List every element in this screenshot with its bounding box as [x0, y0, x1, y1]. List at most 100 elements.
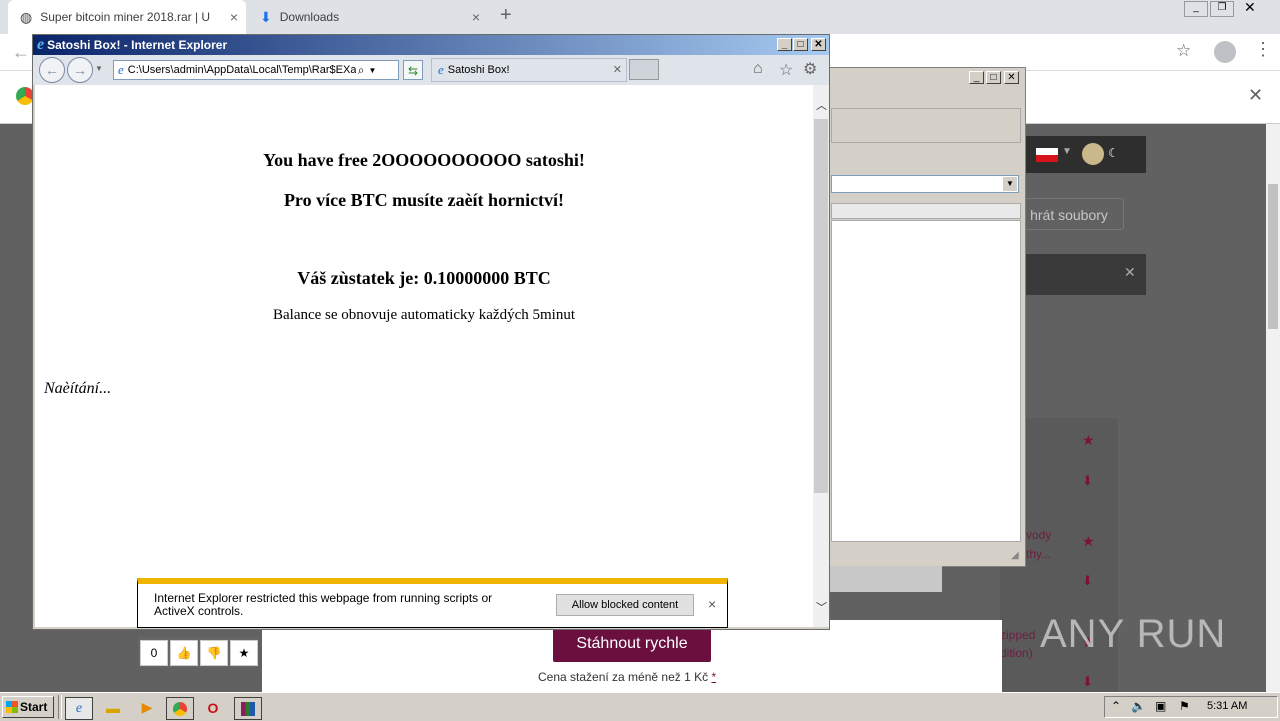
scrollbar-thumb[interactable]: [814, 119, 828, 493]
thumbs-up-icon[interactable]: 👍: [170, 640, 198, 666]
page-scrollbar[interactable]: [1266, 124, 1280, 692]
balance-refresh-note: Balance se obnovuje automaticky každých …: [273, 307, 575, 323]
close-icon[interactable]: ✕: [613, 63, 622, 76]
avatar[interactable]: [1214, 41, 1236, 63]
minimize-icon[interactable]: _: [1184, 1, 1208, 17]
chevron-down-icon[interactable]: ▼: [369, 66, 377, 75]
download-icon[interactable]: ⬇: [1082, 573, 1093, 589]
free-satoshi-heading: You have free 2OOOOOOOOOO satoshi!: [263, 150, 585, 170]
taskbar: Start e ▬ ▶ O ⌃ 🔈 ▣ ⚑ 5:31 AM: [0, 692, 1280, 721]
ie-title-bar[interactable]: e Satoshi Box! - Internet Explorer _ □ ✕: [33, 35, 829, 55]
home-icon[interactable]: ⌂: [753, 60, 763, 78]
ie-window-background[interactable]: _ □ ✕ ▼ ◢: [826, 67, 1026, 567]
system-tray: ⌃ 🔈 ▣ ⚑ 5:31 AM: [1104, 696, 1278, 718]
close-icon[interactable]: ✕: [1124, 264, 1136, 281]
dropdown-select[interactable]: ▼: [831, 175, 1019, 193]
minimize-icon[interactable]: _: [777, 38, 792, 51]
tab-label: Super bitcoin miner 2018.rar | Ulož.t: [40, 10, 211, 24]
back-arrow-icon[interactable]: ←: [39, 57, 65, 83]
star-icon[interactable]: ☆: [1176, 41, 1191, 61]
file-title-fragment: dition): [1000, 646, 1033, 660]
ie-window[interactable]: e Satoshi Box! - Internet Explorer _ □ ✕…: [32, 34, 830, 630]
close-icon[interactable]: ×: [472, 9, 480, 25]
media-player-icon[interactable]: ▶: [134, 697, 160, 718]
chevron-up-icon[interactable]: ⌃: [1111, 699, 1121, 713]
window-title: Satoshi Box! - Internet Explorer: [47, 38, 228, 52]
moon-icon: ☾: [1108, 146, 1119, 160]
content-column: Stáhnout rychle Cena stažení za méně než…: [262, 620, 1002, 692]
maximize-icon[interactable]: □: [986, 71, 1001, 84]
allow-blocked-content-button[interactable]: Allow blocked content: [556, 594, 694, 616]
ie-tab-active[interactable]: e Satoshi Box! ✕: [431, 58, 627, 82]
start-button[interactable]: Start: [2, 696, 54, 718]
chrome-tab-downloads[interactable]: ⬇ Downloads ×: [250, 0, 488, 34]
notification-text: Internet Explorer restricted this webpag…: [154, 591, 493, 618]
ie-page-content: You have free 2OOOOOOOOOO satoshi! Pro v…: [35, 85, 813, 627]
content-area: [831, 220, 1021, 542]
address-input[interactable]: C:\Users\admin\AppData\Local\Temp\Rar$EX…: [128, 64, 356, 76]
maximize-icon[interactable]: □: [793, 38, 808, 51]
chrome-window-controls: _ ❐ ✕: [1184, 0, 1268, 17]
chrome-tab-ulozto[interactable]: ◍ Super bitcoin miner 2018.rar | Ulož.t …: [8, 0, 246, 34]
price-label: Cena stažení za méně než 1 Kč: [538, 670, 709, 684]
new-tab-button[interactable]: [629, 59, 659, 80]
minimize-icon[interactable]: _: [969, 71, 984, 84]
download-fast-button[interactable]: Stáhnout rychle: [553, 626, 711, 662]
file-title-fragment: zipped: [1000, 628, 1036, 642]
scroll-down-icon[interactable]: ﹀: [816, 599, 827, 615]
winrar-icon[interactable]: [234, 697, 262, 720]
play-files-button[interactable]: hrát soubory: [1014, 198, 1124, 230]
clock[interactable]: 5:31 AM: [1207, 700, 1247, 712]
network-icon[interactable]: ▣: [1155, 699, 1166, 713]
opera-icon[interactable]: O: [200, 697, 226, 718]
close-icon[interactable]: ✕: [811, 38, 826, 51]
tab-label: Downloads: [279, 10, 340, 24]
ie-scrollbar[interactable]: ︿ ﹀: [813, 85, 829, 627]
folder-icon[interactable]: ▬: [100, 697, 126, 718]
loading-text: Naèítání...: [44, 380, 112, 397]
thumbs-down-icon[interactable]: 👎: [200, 640, 228, 666]
mining-heading: Pro více BTC musíte zaèít hornictví!: [283, 190, 565, 210]
download-icon[interactable]: ⬇: [1082, 473, 1093, 489]
close-icon[interactable]: ✕: [1248, 85, 1263, 106]
search-icon[interactable]: ⌕: [358, 63, 365, 78]
more-vert-icon[interactable]: ⋮: [1254, 39, 1272, 60]
volume-icon[interactable]: 🔈: [1131, 699, 1146, 713]
czech-flag-icon[interactable]: [1036, 148, 1058, 162]
download-icon[interactable]: ⬇: [1082, 674, 1093, 690]
price-footnote-link[interactable]: *: [711, 670, 716, 684]
forward-arrow-icon[interactable]: →: [67, 57, 93, 83]
gear-icon[interactable]: ⚙: [803, 59, 817, 79]
vote-count: 0: [140, 640, 168, 666]
vote-bar: 0 👍 👎 ★: [138, 637, 258, 667]
close-icon[interactable]: ✕: [1244, 0, 1256, 16]
restore-icon[interactable]: ❐: [1210, 1, 1234, 17]
start-label: Start: [20, 700, 48, 714]
panel-strip: [830, 566, 942, 592]
ie-taskbar-icon[interactable]: e: [65, 697, 93, 720]
theme-toggle-icon[interactable]: [1082, 143, 1104, 165]
chrome-taskbar-icon[interactable]: [166, 697, 194, 720]
windows-logo-icon: [6, 701, 18, 713]
scroll-up-icon[interactable]: ︿: [816, 97, 827, 113]
chevron-down-icon[interactable]: ▼: [1003, 177, 1017, 191]
new-tab-button[interactable]: +: [500, 4, 512, 27]
close-icon[interactable]: ×: [230, 9, 238, 25]
address-bar[interactable]: e C:\Users\admin\AppData\Local\Temp\Rar$…: [113, 60, 399, 80]
ie-page-icon: e: [118, 62, 124, 77]
resize-grip-icon[interactable]: ◢: [1011, 550, 1019, 561]
close-icon[interactable]: ✕: [1004, 71, 1019, 84]
ie-logo-icon: e: [37, 36, 45, 53]
back-arrow-icon[interactable]: ←: [12, 42, 30, 63]
chevron-down-icon[interactable]: ▼: [95, 64, 103, 73]
refresh-icon[interactable]: ⇆: [403, 60, 423, 80]
favorites-star-icon[interactable]: ☆: [779, 60, 793, 80]
close-icon[interactable]: ×: [708, 596, 716, 612]
price-text: Cena stažení za méně než 1 Kč *: [538, 670, 738, 684]
star-icon[interactable]: ★: [1082, 533, 1095, 550]
star-icon[interactable]: ★: [1082, 432, 1095, 449]
scrollbar-thumb[interactable]: [1268, 184, 1278, 329]
chrome-tab-bar: ◍ Super bitcoin miner 2018.rar | Ulož.t …: [0, 0, 1280, 34]
flag-icon[interactable]: ⚑: [1179, 699, 1190, 713]
star-icon[interactable]: ★: [230, 640, 258, 666]
